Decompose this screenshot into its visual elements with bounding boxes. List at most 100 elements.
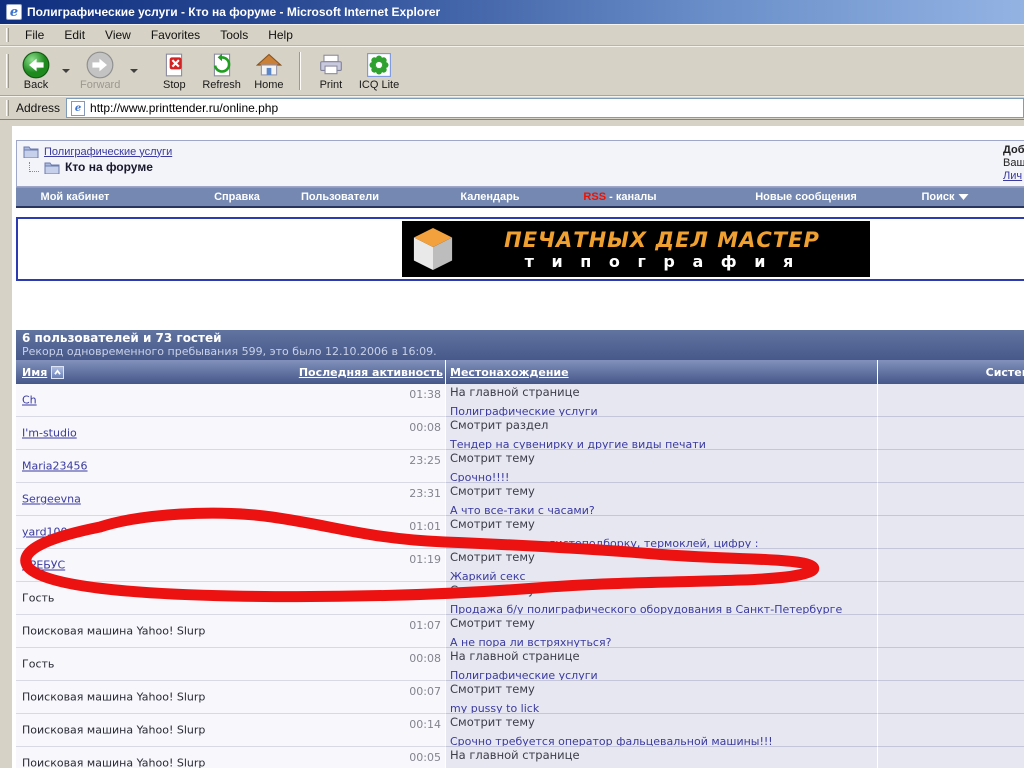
username-link[interactable]: yard100 <box>22 526 68 539</box>
forward-icon <box>86 51 114 79</box>
nav-calendar[interactable]: Календарь <box>460 191 519 203</box>
table-row: Поисковая машина Yahoo! Slurp00:05На гла… <box>16 747 1024 768</box>
nav-my-cabinet[interactable]: Мой кабинет <box>41 191 110 203</box>
forward-dropdown-icon[interactable] <box>130 69 138 73</box>
nav-search[interactable]: Поиск <box>921 191 968 203</box>
topic-link[interactable]: Жаркий секс <box>450 570 526 582</box>
table-row: Ch01:38На главной страницеПолиграфически… <box>16 384 1024 417</box>
menu-edit[interactable]: Edit <box>55 26 94 44</box>
menu-file[interactable]: File <box>16 26 53 44</box>
banner-container: ПЕЧАТНЫХ ДЕЛ МАСТЕР т и п о г р а ф и я <box>16 217 1024 281</box>
topic-link[interactable]: Тендер на сувенирку и другие виды печати <box>450 438 706 450</box>
im-cell <box>877 384 1024 417</box>
menu-help[interactable]: Help <box>259 26 302 44</box>
menu-bar: File Edit View Favorites Tools Help <box>0 24 1024 46</box>
refresh-button[interactable]: Refresh <box>196 48 247 94</box>
nav-rss[interactable]: RSS - каналы <box>583 191 656 203</box>
location-action: Смотрит тему <box>450 451 877 466</box>
toolbar-grip[interactable] <box>6 54 9 88</box>
im-cell <box>877 747 1024 768</box>
banner-subtitle: т и п о г р а ф и я <box>464 252 860 271</box>
last-activity-time: 01:01 <box>409 520 441 533</box>
topic-link[interactable]: Срочно!!!! <box>450 471 509 483</box>
private-messages-link[interactable]: Лич <box>1003 170 1024 183</box>
banner-title: ПЕЧАТНЫХ ДЕЛ МАСТЕР <box>464 228 860 252</box>
username-link[interactable]: Ch <box>22 394 37 407</box>
username-link[interactable]: I'm-studio <box>22 427 77 440</box>
location-action: Смотрит тему <box>450 616 877 631</box>
last-activity-time: 00:08 <box>409 421 441 434</box>
topic-link[interactable]: my pussy to lick <box>450 702 539 714</box>
location-action: Смотрит раздел <box>450 418 877 433</box>
table-row: Maria2345623:25Смотрит темуСрочно!!!! <box>16 450 1024 483</box>
menu-tools[interactable]: Tools <box>211 26 257 44</box>
back-dropdown-icon[interactable] <box>62 69 70 73</box>
table-row: Гость 00:08 На главной странице Полиграфиче… <box>16 648 1024 681</box>
welcome-block: Доб Ваш Лич <box>1003 144 1024 183</box>
cube-logo-icon <box>412 226 454 272</box>
topic-link[interactable]: Полиграфические услуги <box>450 669 598 681</box>
username-link[interactable]: Sergeevna <box>22 493 81 506</box>
browser-viewport: Полиграфические услуги Кто на форуме Доб… <box>12 126 1024 768</box>
back-button[interactable]: Back <box>14 48 58 94</box>
topic-link[interactable]: Полиграфические услуги <box>450 405 598 417</box>
guest-name: Поисковая машина Yahoo! Slurp <box>22 691 205 704</box>
topic-link[interactable]: А не пора ли встряхнуться? <box>450 636 611 648</box>
table-row: Поисковая машина Yahoo! Slurp01:07Смотри… <box>16 615 1024 648</box>
table-column-headers: Имя Последняя активность Местонахождение… <box>16 360 1024 384</box>
topic-link[interactable]: Продаем резак , листоподборку, термоклей… <box>450 537 758 549</box>
topic-link[interactable]: Продажа б/у полиграфического оборудовани… <box>450 603 842 615</box>
username-link[interactable]: ЭРЕБУС <box>22 559 65 572</box>
last-activity-time: 01:07 <box>409 619 441 632</box>
forum-navbar: Мой кабинет Справка Пользователи Календа… <box>16 187 1024 208</box>
location-action: На главной странице <box>450 649 877 664</box>
location-action: На главной странице <box>450 385 877 400</box>
stop-button[interactable]: Stop <box>152 48 196 94</box>
guest-name: Гость <box>22 658 54 671</box>
table-summary: 6 пользователей и 73 гостей Рекорд однов… <box>16 330 1024 360</box>
table-row: yard10001:01Смотрит темуПродаем резак , … <box>16 516 1024 549</box>
icq-lite-button[interactable]: ICQ Lite <box>353 48 405 94</box>
whos-online-table: 6 пользователей и 73 гостей Рекорд однов… <box>16 330 1024 768</box>
online-count: 6 пользователей и 73 гостей <box>22 331 1024 345</box>
welcome-line: Доб <box>1003 144 1024 157</box>
forward-button[interactable]: Forward <box>74 48 126 94</box>
toolbar: Back Forward Stop Refresh Home <box>0 46 1024 96</box>
table-row: ЭРЕБУС01:19Смотрит темуЖаркий секс <box>16 549 1024 582</box>
back-icon <box>22 51 50 79</box>
nav-new-messages[interactable]: Новые сообщения <box>755 191 857 203</box>
menu-favorites[interactable]: Favorites <box>142 26 209 44</box>
last-activity-time: 00:08 <box>409 652 441 665</box>
im-cell <box>877 714 1024 747</box>
print-button[interactable]: Print <box>309 48 353 94</box>
toolbar-grip[interactable] <box>6 28 9 42</box>
nav-help[interactable]: Справка <box>214 191 260 203</box>
username-link[interactable]: Maria23456 <box>22 460 88 473</box>
topic-link[interactable]: Срочно требуется оператор фальцевальной … <box>450 735 773 747</box>
home-button[interactable]: Home <box>247 48 291 94</box>
print-icon <box>318 51 344 79</box>
banner-link[interactable]: ПЕЧАТНЫХ ДЕЛ МАСТЕР т и п о г р а ф и я <box>402 221 870 277</box>
last-activity-time: 00:07 <box>409 685 441 698</box>
last-activity-time: 01:19 <box>409 553 441 566</box>
location-action: Смотрит тему <box>450 682 877 697</box>
location-action: На главной странице <box>450 748 877 763</box>
sort-asc-icon[interactable] <box>51 366 64 379</box>
toolbar-grip[interactable] <box>6 100 9 115</box>
address-url: http://www.printtender.ru/online.php <box>90 101 278 115</box>
address-label: Address <box>16 101 60 115</box>
menu-view[interactable]: View <box>96 26 140 44</box>
guest-name: Поисковая машина Yahoo! Slurp <box>22 724 205 737</box>
column-header-name[interactable]: Имя <box>22 366 47 379</box>
topic-link[interactable]: А что все-таки с часами? <box>450 504 595 516</box>
column-header-last-activity[interactable]: Последняя активность <box>299 366 443 379</box>
breadcrumb-parent-link[interactable]: Полиграфические услуги <box>44 146 172 158</box>
column-header-location[interactable]: Местонахождение <box>450 366 569 379</box>
guest-name: Гость <box>22 592 54 605</box>
address-input[interactable]: e http://www.printtender.ru/online.php <box>66 98 1024 118</box>
im-cell <box>877 516 1024 549</box>
nav-users[interactable]: Пользователи <box>301 191 379 203</box>
icq-icon <box>366 51 392 79</box>
address-bar: Address e http://www.printtender.ru/onli… <box>0 96 1024 120</box>
refresh-icon <box>209 51 235 79</box>
